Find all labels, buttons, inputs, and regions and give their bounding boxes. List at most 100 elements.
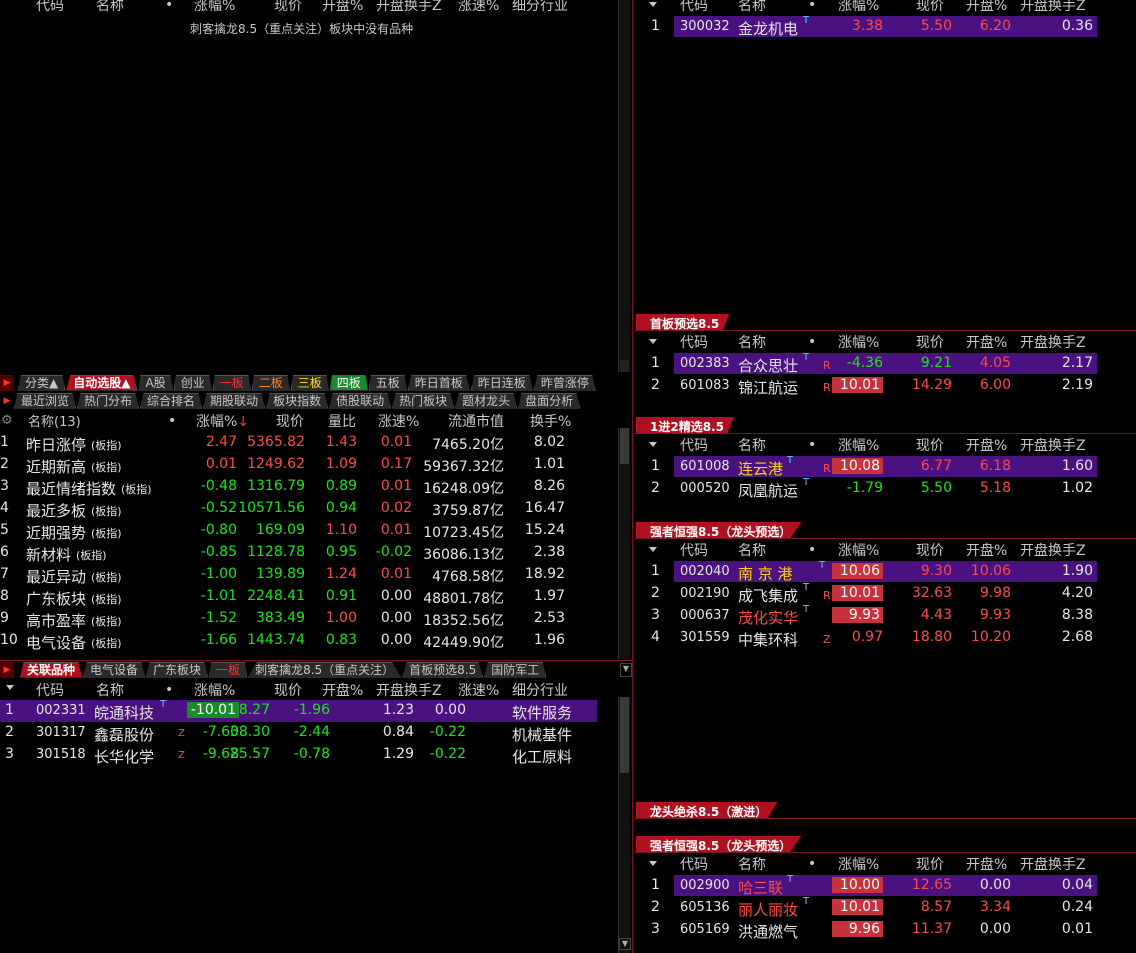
- col-turn[interactable]: 开盘换手Z: [376, 0, 442, 15]
- table-row[interactable]: 2 近期新高 (板指) 0.01 1249.62 1.09 0.17 59367.32亿 1.0…: [0, 454, 632, 476]
- col-open[interactable]: 开盘%: [966, 435, 1007, 455]
- table-row[interactable]: 6 新材料 (板指) -0.85 1128.78 0.95 -0.02 36086.13亿 2.…: [0, 542, 632, 564]
- col-price[interactable]: 现价: [916, 0, 944, 15]
- section-title-dragon-kill[interactable]: 龙头绝杀8.5（激进）: [636, 802, 778, 819]
- col-name[interactable]: 名称: [738, 540, 766, 560]
- tab-chinext[interactable]: 创业: [173, 374, 212, 391]
- tab-hot-sector[interactable]: 热门板块: [392, 392, 455, 409]
- top-left-scrollbar[interactable]: [618, 0, 630, 372]
- col-code[interactable]: 代码: [36, 680, 64, 700]
- tab-yday-limit[interactable]: 昨曾涨停: [533, 374, 596, 391]
- table-row[interactable]: 2 601083 锦江航运 R 10.01 14.29 6.00 2.19: [651, 375, 1097, 397]
- expand-arrow-icon-2[interactable]: ▶: [0, 393, 14, 409]
- table-row[interactable]: 5 近期强势 (板指) -0.80 169.09 1.10 0.01 10723.45亿 15.…: [0, 520, 632, 542]
- table-row[interactable]: 1 002331 皖通科技 T -10.01 8.27 -1.96 1.23 0.00 软件服务: [0, 699, 597, 722]
- col-turn[interactable]: 开盘换手Z: [1020, 854, 1086, 874]
- col-name[interactable]: 名称: [96, 0, 124, 15]
- table-row[interactable]: 7 最近异动 (板指) -1.00 139.89 1.24 0.01 4768.58亿 18.9…: [0, 564, 632, 586]
- col-name[interactable]: 名称: [738, 332, 766, 352]
- tab-board1[interactable]: 一板: [212, 374, 251, 391]
- col-code[interactable]: 代码: [36, 0, 64, 15]
- table-row[interactable]: 3 301518 长华化学 Z -9.68 25.57 -0.78 1.29 -0.22 化工原料: [0, 744, 597, 766]
- tab-first-pre[interactable]: 首板预选8.5: [402, 661, 484, 678]
- col-price[interactable]: 现价: [916, 854, 944, 874]
- tab-first-board[interactable]: 一板: [209, 661, 248, 678]
- col-price[interactable]: 现价: [916, 332, 944, 352]
- col-ratio[interactable]: 量比: [328, 411, 356, 431]
- tab-guangdong[interactable]: 广东板块: [146, 661, 209, 678]
- table-row[interactable]: 2 002190 成飞集成 T R 10.01 32.63 9.98 4.20: [651, 582, 1097, 605]
- scroll-down-arrow-right[interactable]: ▼: [619, 938, 631, 950]
- col-code[interactable]: 代码: [680, 332, 708, 352]
- col-pct[interactable]: 涨幅%: [838, 854, 879, 874]
- col-name[interactable]: 名称: [738, 0, 766, 15]
- col-open[interactable]: 开盘%: [966, 540, 1007, 560]
- scroll-down-arrow[interactable]: [620, 360, 629, 372]
- table-row[interactable]: 1 002383 合众思壮 T R -4.36 9.21 4.05 2.17: [651, 352, 1097, 375]
- tab-bond[interactable]: 债股联动: [329, 392, 392, 409]
- tab-theme[interactable]: 题材龙头: [455, 392, 518, 409]
- section-title-strong-2[interactable]: 强者恒强8.5（龙头预选）: [636, 836, 802, 853]
- col-turn[interactable]: 开盘换手Z: [376, 680, 442, 700]
- col-speed[interactable]: 涨速%: [458, 680, 499, 700]
- section-title-strong[interactable]: 强者恒强8.5（龙头预选）: [636, 522, 802, 539]
- tab-auto-select[interactable]: 自动选股▲: [66, 374, 138, 391]
- tab-hot-dist[interactable]: 热门分布: [77, 392, 140, 409]
- scroll-down-arrow-3[interactable]: ▼: [620, 662, 632, 677]
- col-turn[interactable]: 换手%: [530, 411, 571, 431]
- gear-icon[interactable]: ⚙: [1, 413, 13, 428]
- table-row[interactable]: 1 300032 金龙机电 T 3.38 5.50 6.20 0.36: [651, 15, 1097, 38]
- tab-board4[interactable]: 四板: [329, 374, 368, 391]
- tab-board5[interactable]: 五板: [368, 374, 407, 391]
- col-pct[interactable]: 涨幅%: [838, 435, 879, 455]
- col-turn[interactable]: 开盘换手Z: [1020, 540, 1086, 560]
- section-title-1to2[interactable]: 1进2精选8.5: [636, 417, 734, 434]
- col-turn[interactable]: 开盘换手Z: [1020, 0, 1086, 15]
- col-price[interactable]: 现价: [276, 411, 304, 431]
- table-row[interactable]: 3 最近情绪指数 (板指) -0.48 1316.79 0.89 0.01 16248.09亿…: [0, 476, 632, 498]
- col-pct[interactable]: 涨幅%: [838, 332, 879, 352]
- related-scrollbar[interactable]: [618, 697, 630, 953]
- tab-yday-consec[interactable]: 昨日连板: [470, 374, 533, 391]
- col-name[interactable]: 名称: [96, 680, 124, 700]
- tab-board2[interactable]: 二板: [251, 374, 290, 391]
- col-pct[interactable]: 涨幅%: [838, 0, 879, 15]
- col-code[interactable]: 代码: [680, 0, 708, 15]
- table-row[interactable]: 1 002040 南 京 港 T 10.06 9.30 10.06 1.90: [651, 560, 1097, 583]
- table-row[interactable]: 1 昨日涨停 (板指) 2.47 5365.82 1.43 0.01 7465.20亿 8.02: [0, 432, 632, 454]
- col-code[interactable]: 代码: [680, 435, 708, 455]
- tab-related[interactable]: 关联品种: [20, 661, 83, 678]
- col-price[interactable]: 现价: [916, 540, 944, 560]
- table-row[interactable]: 4 301559 中集环科 Z 0.97 18.80 10.20 2.68: [651, 627, 1097, 649]
- tab-category[interactable]: 分类▲: [18, 374, 66, 391]
- col-open[interactable]: 开盘%: [322, 0, 363, 15]
- table-row[interactable]: 2 000520 凤凰航运 T -1.79 5.50 5.18 1.02: [651, 477, 1097, 500]
- table-row[interactable]: 2 605136 丽人丽妆 T 10.01 8.57 3.34 0.24: [651, 896, 1097, 919]
- expand-arrow-icon[interactable]: ▶: [0, 374, 14, 391]
- col-open[interactable]: 开盘%: [966, 854, 1007, 874]
- tab-futures[interactable]: 期股联动: [203, 392, 266, 409]
- col-turn[interactable]: 开盘换手Z: [1020, 435, 1086, 455]
- col-name[interactable]: 名称(13): [28, 411, 81, 430]
- col-name[interactable]: 名称: [738, 435, 766, 455]
- col-name[interactable]: 名称: [738, 854, 766, 874]
- col-pct[interactable]: 涨幅%: [838, 540, 879, 560]
- col-cap[interactable]: 流通市值: [448, 411, 504, 431]
- col-industry[interactable]: 细分行业: [512, 0, 568, 15]
- col-pct[interactable]: 涨幅%: [194, 0, 235, 15]
- tab-electric[interactable]: 电气设备: [83, 661, 146, 678]
- tab-a-share[interactable]: A股: [138, 374, 173, 391]
- tab-defense[interactable]: 国防军工: [484, 661, 547, 678]
- col-pct[interactable]: 涨幅%: [194, 680, 235, 700]
- col-pct[interactable]: 涨幅%↓: [196, 411, 249, 431]
- tab-rank[interactable]: 综合排名: [140, 392, 203, 409]
- col-price[interactable]: 现价: [274, 0, 302, 15]
- table-row[interactable]: 9 高市盈率 (板指) -1.52 383.49 1.00 0.00 18352.56亿 2.5…: [0, 608, 632, 630]
- col-open[interactable]: 开盘%: [966, 332, 1007, 352]
- col-speed[interactable]: 涨速%: [458, 0, 499, 15]
- col-code[interactable]: 代码: [680, 540, 708, 560]
- col-code[interactable]: 代码: [680, 854, 708, 874]
- col-turn[interactable]: 开盘换手Z: [1020, 332, 1086, 352]
- tab-yday-first[interactable]: 昨日首板: [407, 374, 470, 391]
- section-title-first-board[interactable]: 首板预选8.5: [636, 314, 730, 331]
